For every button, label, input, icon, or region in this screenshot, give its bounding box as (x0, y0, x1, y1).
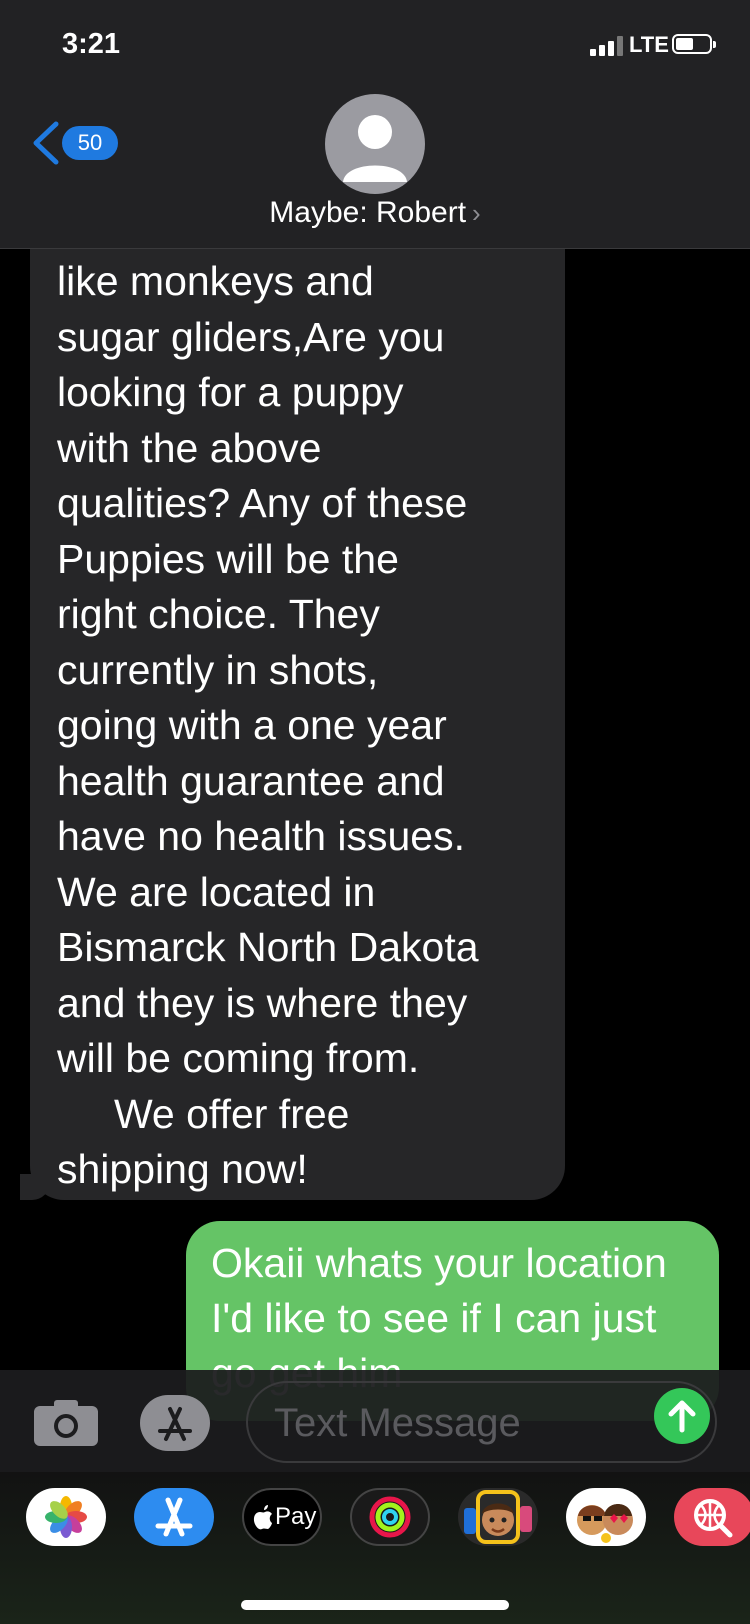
back-button[interactable]: 50 (30, 118, 125, 168)
message-input[interactable]: Text Message (246, 1381, 717, 1463)
chevron-right-icon: › (472, 198, 481, 228)
app-store-app-icon[interactable] (134, 1488, 214, 1546)
app-store-button[interactable] (140, 1395, 210, 1451)
contact-avatar[interactable] (325, 94, 425, 194)
contact-name-button[interactable]: Maybe: Robert › (0, 196, 750, 230)
app-store-icon (140, 1395, 210, 1451)
activity-app-icon[interactable] (350, 1488, 430, 1546)
message-placeholder: Text Message (274, 1401, 521, 1445)
apple-pay-app-icon[interactable]: Pay (242, 1488, 322, 1546)
send-button[interactable] (654, 1388, 710, 1444)
chevron-left-icon (33, 121, 59, 165)
message-composer: Text Message (0, 1370, 750, 1472)
camera-icon (34, 1400, 98, 1446)
person-icon (343, 115, 407, 182)
status-time: 3:21 (62, 28, 121, 60)
home-indicator[interactable] (241, 1600, 509, 1610)
apple-pay-label: Pay (275, 1503, 317, 1530)
unread-count-badge: 50 (62, 126, 118, 160)
conversation-header: 50 Maybe: Robert › (0, 90, 750, 249)
memoji-app-icon[interactable] (458, 1488, 538, 1546)
contact-name: Maybe: Robert (269, 196, 467, 229)
battery-icon (672, 34, 716, 54)
signal-icon (590, 36, 626, 56)
arrow-up-icon (668, 1400, 696, 1433)
status-bar: 3:21 LTE (0, 0, 750, 90)
web-images-app-icon[interactable] (674, 1488, 750, 1546)
network-label: LTE (629, 32, 669, 57)
memoji-stickers-app-icon[interactable] (566, 1488, 646, 1546)
incoming-message-text: like monkeys and sugar gliders,Are you l… (57, 258, 479, 1192)
photos-app-icon[interactable] (26, 1488, 106, 1546)
camera-button[interactable] (34, 1400, 98, 1446)
